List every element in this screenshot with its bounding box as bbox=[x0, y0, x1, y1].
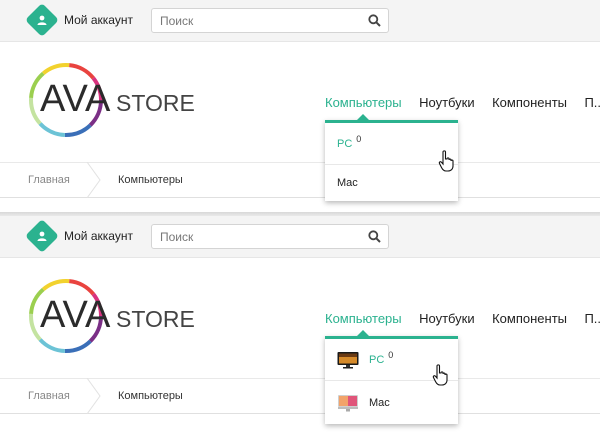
dropdown-item-label: Mac bbox=[337, 177, 358, 189]
breadcrumb-separator-icon bbox=[86, 378, 101, 414]
search-input[interactable] bbox=[160, 228, 360, 245]
nav-item-components[interactable]: Компоненты bbox=[492, 311, 567, 326]
breadcrumb: Главная Компьютеры bbox=[0, 162, 600, 198]
screenshot-frame-2: Мой аккаунт AVA STORE Компью bbox=[0, 216, 600, 437]
dropdown-item-label: PC bbox=[337, 137, 353, 150]
logo-store-text: STORE bbox=[116, 306, 195, 332]
search-icon[interactable] bbox=[368, 230, 381, 248]
site-header: AVA STORE Компьютеры Ноутбуки Компоненты… bbox=[0, 42, 600, 162]
breadcrumb: Главная Компьютеры bbox=[0, 378, 600, 414]
dropdown-caret-icon bbox=[357, 114, 369, 120]
search-icon[interactable] bbox=[368, 14, 381, 32]
top-bar: Мой аккаунт bbox=[0, 0, 600, 42]
logo-ava-text: AVA bbox=[40, 78, 111, 120]
nav-item-more[interactable]: П... bbox=[584, 95, 600, 110]
dropdown-caret-icon bbox=[357, 330, 369, 336]
my-account-link[interactable]: Мой аккаунт bbox=[25, 219, 133, 253]
breadcrumb-separator-icon bbox=[86, 162, 101, 198]
nav-item-laptops[interactable]: Ноутбуки bbox=[419, 95, 475, 110]
imac-thumbnail-icon bbox=[338, 394, 358, 411]
search-box bbox=[151, 224, 389, 249]
nav-item-more[interactable]: П... bbox=[584, 311, 600, 326]
nav-item-computers[interactable]: Компьютеры bbox=[325, 311, 402, 326]
search-input[interactable] bbox=[160, 12, 360, 29]
site-header: AVA STORE Компьютеры Ноутбуки Компоненты… bbox=[0, 258, 600, 378]
user-icon bbox=[25, 3, 59, 37]
my-account-link[interactable]: Мой аккаунт bbox=[25, 3, 133, 37]
nav-item-laptops[interactable]: Ноутбуки bbox=[419, 311, 475, 326]
screenshot-frame-1: Мой аккаунт AVA STORE Компью bbox=[0, 0, 600, 214]
ava-store-logo[interactable]: AVA STORE bbox=[26, 276, 216, 356]
dropdown-item-label: Mac bbox=[369, 396, 390, 409]
nav-item-computers[interactable]: Компьютеры bbox=[325, 95, 402, 110]
pc-monitor-thumbnail-icon bbox=[337, 351, 359, 368]
account-label: Мой аккаунт bbox=[64, 13, 133, 27]
search-box bbox=[151, 8, 389, 33]
top-bar: Мой аккаунт bbox=[0, 216, 600, 258]
breadcrumb-home[interactable]: Главная bbox=[28, 390, 70, 402]
item-count-badge: 0 bbox=[356, 133, 362, 144]
hand-cursor-icon bbox=[432, 364, 448, 386]
breadcrumb-home[interactable]: Главная bbox=[28, 174, 70, 186]
breadcrumb-current: Компьютеры bbox=[118, 390, 183, 402]
ava-store-logo[interactable]: AVA STORE bbox=[26, 60, 216, 140]
account-label: Мой аккаунт bbox=[64, 229, 133, 243]
item-count-badge: 0 bbox=[388, 349, 394, 360]
dropdown-item-label: PC bbox=[369, 353, 385, 366]
nav-item-components[interactable]: Компоненты bbox=[492, 95, 567, 110]
dropdown-item-mac[interactable]: Mac bbox=[325, 380, 458, 424]
breadcrumb-current: Компьютеры bbox=[118, 174, 183, 186]
logo-store-text: STORE bbox=[116, 90, 195, 116]
logo-ava-text: AVA bbox=[40, 294, 111, 336]
user-icon bbox=[25, 219, 59, 253]
hand-cursor-icon bbox=[438, 150, 454, 172]
